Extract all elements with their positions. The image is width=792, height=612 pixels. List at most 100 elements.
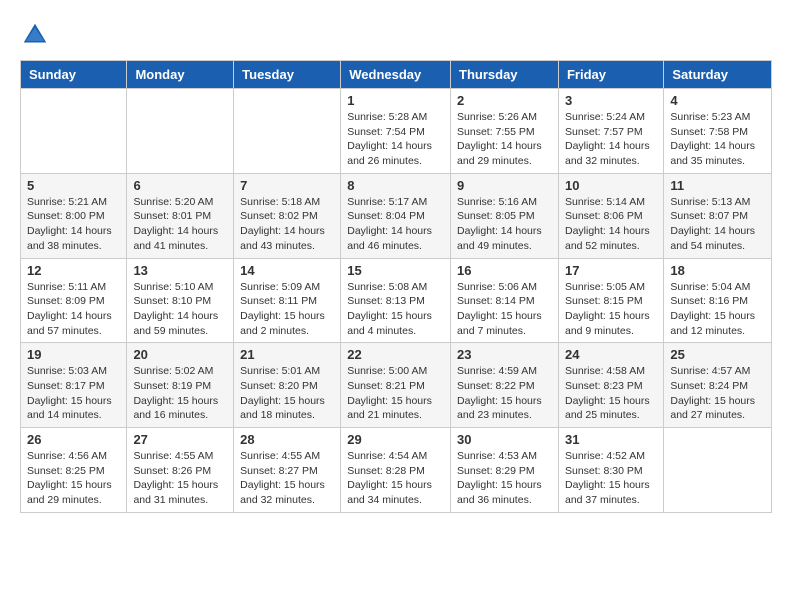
day-number: 5	[27, 178, 120, 193]
day-content: Sunrise: 5:24 AM Sunset: 7:57 PM Dayligh…	[565, 110, 657, 169]
day-number: 31	[565, 432, 657, 447]
day-number: 2	[457, 93, 552, 108]
calendar-cell: 11 Sunrise: 5:13 AM Sunset: 8:07 PM Dayli…	[664, 173, 772, 258]
calendar-cell: 6 Sunrise: 5:20 AM Sunset: 8:01 PM Daylig…	[127, 173, 234, 258]
day-number: 7	[240, 178, 334, 193]
day-number: 6	[133, 178, 227, 193]
calendar-cell: 23 Sunrise: 4:59 AM Sunset: 8:22 PM Dayli…	[451, 343, 559, 428]
day-number: 3	[565, 93, 657, 108]
calendar-cell: 19 Sunrise: 5:03 AM Sunset: 8:17 PM Dayli…	[21, 343, 127, 428]
day-content: Sunrise: 5:16 AM Sunset: 8:05 PM Dayligh…	[457, 195, 552, 254]
day-content: Sunrise: 4:54 AM Sunset: 8:28 PM Dayligh…	[347, 449, 444, 508]
day-number: 8	[347, 178, 444, 193]
day-number: 21	[240, 347, 334, 362]
day-content: Sunrise: 5:28 AM Sunset: 7:54 PM Dayligh…	[347, 110, 444, 169]
calendar-week-row: 19 Sunrise: 5:03 AM Sunset: 8:17 PM Dayli…	[21, 343, 772, 428]
day-content: Sunrise: 5:23 AM Sunset: 7:58 PM Dayligh…	[670, 110, 765, 169]
calendar-cell: 18 Sunrise: 5:04 AM Sunset: 8:16 PM Dayli…	[664, 258, 772, 343]
calendar-cell: 12 Sunrise: 5:11 AM Sunset: 8:09 PM Dayli…	[21, 258, 127, 343]
day-content: Sunrise: 4:55 AM Sunset: 8:26 PM Dayligh…	[133, 449, 227, 508]
day-content: Sunrise: 5:05 AM Sunset: 8:15 PM Dayligh…	[565, 280, 657, 339]
weekday-header-friday: Friday	[558, 61, 663, 89]
day-number: 13	[133, 263, 227, 278]
weekday-header-monday: Monday	[127, 61, 234, 89]
calendar-cell: 27 Sunrise: 4:55 AM Sunset: 8:26 PM Dayli…	[127, 428, 234, 513]
day-number: 22	[347, 347, 444, 362]
day-number: 1	[347, 93, 444, 108]
calendar-week-row: 1 Sunrise: 5:28 AM Sunset: 7:54 PM Daylig…	[21, 89, 772, 174]
calendar-week-row: 26 Sunrise: 4:56 AM Sunset: 8:25 PM Dayli…	[21, 428, 772, 513]
day-number: 15	[347, 263, 444, 278]
day-content: Sunrise: 5:10 AM Sunset: 8:10 PM Dayligh…	[133, 280, 227, 339]
calendar-cell: 24 Sunrise: 4:58 AM Sunset: 8:23 PM Dayli…	[558, 343, 663, 428]
day-number: 26	[27, 432, 120, 447]
day-number: 28	[240, 432, 334, 447]
calendar-cell: 3 Sunrise: 5:24 AM Sunset: 7:57 PM Daylig…	[558, 89, 663, 174]
calendar-table: SundayMondayTuesdayWednesdayThursdayFrid…	[20, 60, 772, 513]
day-content: Sunrise: 5:04 AM Sunset: 8:16 PM Dayligh…	[670, 280, 765, 339]
day-content: Sunrise: 5:20 AM Sunset: 8:01 PM Dayligh…	[133, 195, 227, 254]
calendar-cell: 31 Sunrise: 4:52 AM Sunset: 8:30 PM Dayli…	[558, 428, 663, 513]
day-content: Sunrise: 5:06 AM Sunset: 8:14 PM Dayligh…	[457, 280, 552, 339]
day-content: Sunrise: 4:53 AM Sunset: 8:29 PM Dayligh…	[457, 449, 552, 508]
day-content: Sunrise: 4:55 AM Sunset: 8:27 PM Dayligh…	[240, 449, 334, 508]
day-content: Sunrise: 5:08 AM Sunset: 8:13 PM Dayligh…	[347, 280, 444, 339]
day-number: 25	[670, 347, 765, 362]
calendar-cell: 8 Sunrise: 5:17 AM Sunset: 8:04 PM Daylig…	[341, 173, 451, 258]
day-number: 18	[670, 263, 765, 278]
day-number: 24	[565, 347, 657, 362]
calendar-cell: 22 Sunrise: 5:00 AM Sunset: 8:21 PM Dayli…	[341, 343, 451, 428]
day-number: 20	[133, 347, 227, 362]
calendar-cell: 26 Sunrise: 4:56 AM Sunset: 8:25 PM Dayli…	[21, 428, 127, 513]
calendar-cell	[664, 428, 772, 513]
calendar-week-row: 12 Sunrise: 5:11 AM Sunset: 8:09 PM Dayli…	[21, 258, 772, 343]
weekday-header-wednesday: Wednesday	[341, 61, 451, 89]
day-content: Sunrise: 5:17 AM Sunset: 8:04 PM Dayligh…	[347, 195, 444, 254]
day-number: 23	[457, 347, 552, 362]
calendar-week-row: 5Sunrise: 5:21 AM Sunset: 8:00 PM Daylig…	[21, 173, 772, 258]
calendar-cell: 17 Sunrise: 5:05 AM Sunset: 8:15 PM Dayli…	[558, 258, 663, 343]
day-content: Sunrise: 4:59 AM Sunset: 8:22 PM Dayligh…	[457, 364, 552, 423]
calendar-cell: 20 Sunrise: 5:02 AM Sunset: 8:19 PM Dayli…	[127, 343, 234, 428]
calendar-cell: 21 Sunrise: 5:01 AM Sunset: 8:20 PM Dayli…	[234, 343, 341, 428]
calendar-cell: 14 Sunrise: 5:09 AM Sunset: 8:11 PM Dayli…	[234, 258, 341, 343]
calendar-cell: 10 Sunrise: 5:14 AM Sunset: 8:06 PM Dayli…	[558, 173, 663, 258]
day-content: Sunrise: 5:00 AM Sunset: 8:21 PM Dayligh…	[347, 364, 444, 423]
day-content: Sunrise: 4:56 AM Sunset: 8:25 PM Dayligh…	[27, 449, 120, 508]
calendar-cell: 16 Sunrise: 5:06 AM Sunset: 8:14 PM Dayli…	[451, 258, 559, 343]
weekday-header-sunday: Sunday	[21, 61, 127, 89]
calendar-cell: 9Sunrise: 5:16 AM Sunset: 8:05 PM Daylig…	[451, 173, 559, 258]
calendar-cell: 13 Sunrise: 5:10 AM Sunset: 8:10 PM Dayli…	[127, 258, 234, 343]
day-content: Sunrise: 5:02 AM Sunset: 8:19 PM Dayligh…	[133, 364, 227, 423]
calendar-cell: 28 Sunrise: 4:55 AM Sunset: 8:27 PM Dayli…	[234, 428, 341, 513]
day-number: 17	[565, 263, 657, 278]
day-content: Sunrise: 5:11 AM Sunset: 8:09 PM Dayligh…	[27, 280, 120, 339]
calendar-cell: 29 Sunrise: 4:54 AM Sunset: 8:28 PM Dayli…	[341, 428, 451, 513]
day-content: Sunrise: 5:01 AM Sunset: 8:20 PM Dayligh…	[240, 364, 334, 423]
day-number: 27	[133, 432, 227, 447]
day-content: Sunrise: 4:57 AM Sunset: 8:24 PM Dayligh…	[670, 364, 765, 423]
day-number: 10	[565, 178, 657, 193]
calendar-cell: 5Sunrise: 5:21 AM Sunset: 8:00 PM Daylig…	[21, 173, 127, 258]
day-number: 14	[240, 263, 334, 278]
day-content: Sunrise: 5:03 AM Sunset: 8:17 PM Dayligh…	[27, 364, 120, 423]
day-content: Sunrise: 5:14 AM Sunset: 8:06 PM Dayligh…	[565, 195, 657, 254]
day-content: Sunrise: 5:13 AM Sunset: 8:07 PM Dayligh…	[670, 195, 765, 254]
day-number: 16	[457, 263, 552, 278]
calendar-cell: 7Sunrise: 5:18 AM Sunset: 8:02 PM Daylig…	[234, 173, 341, 258]
day-content: Sunrise: 5:09 AM Sunset: 8:11 PM Dayligh…	[240, 280, 334, 339]
day-number: 11	[670, 178, 765, 193]
day-number: 4	[670, 93, 765, 108]
day-number: 12	[27, 263, 120, 278]
logo	[20, 20, 54, 50]
day-content: Sunrise: 4:52 AM Sunset: 8:30 PM Dayligh…	[565, 449, 657, 508]
calendar-cell: 30 Sunrise: 4:53 AM Sunset: 8:29 PM Dayli…	[451, 428, 559, 513]
day-content: Sunrise: 4:58 AM Sunset: 8:23 PM Dayligh…	[565, 364, 657, 423]
calendar-cell: 4 Sunrise: 5:23 AM Sunset: 7:58 PM Daylig…	[664, 89, 772, 174]
day-number: 29	[347, 432, 444, 447]
day-content: Sunrise: 5:26 AM Sunset: 7:55 PM Dayligh…	[457, 110, 552, 169]
day-number: 30	[457, 432, 552, 447]
day-number: 19	[27, 347, 120, 362]
page-header	[20, 20, 772, 50]
logo-icon	[20, 20, 50, 50]
